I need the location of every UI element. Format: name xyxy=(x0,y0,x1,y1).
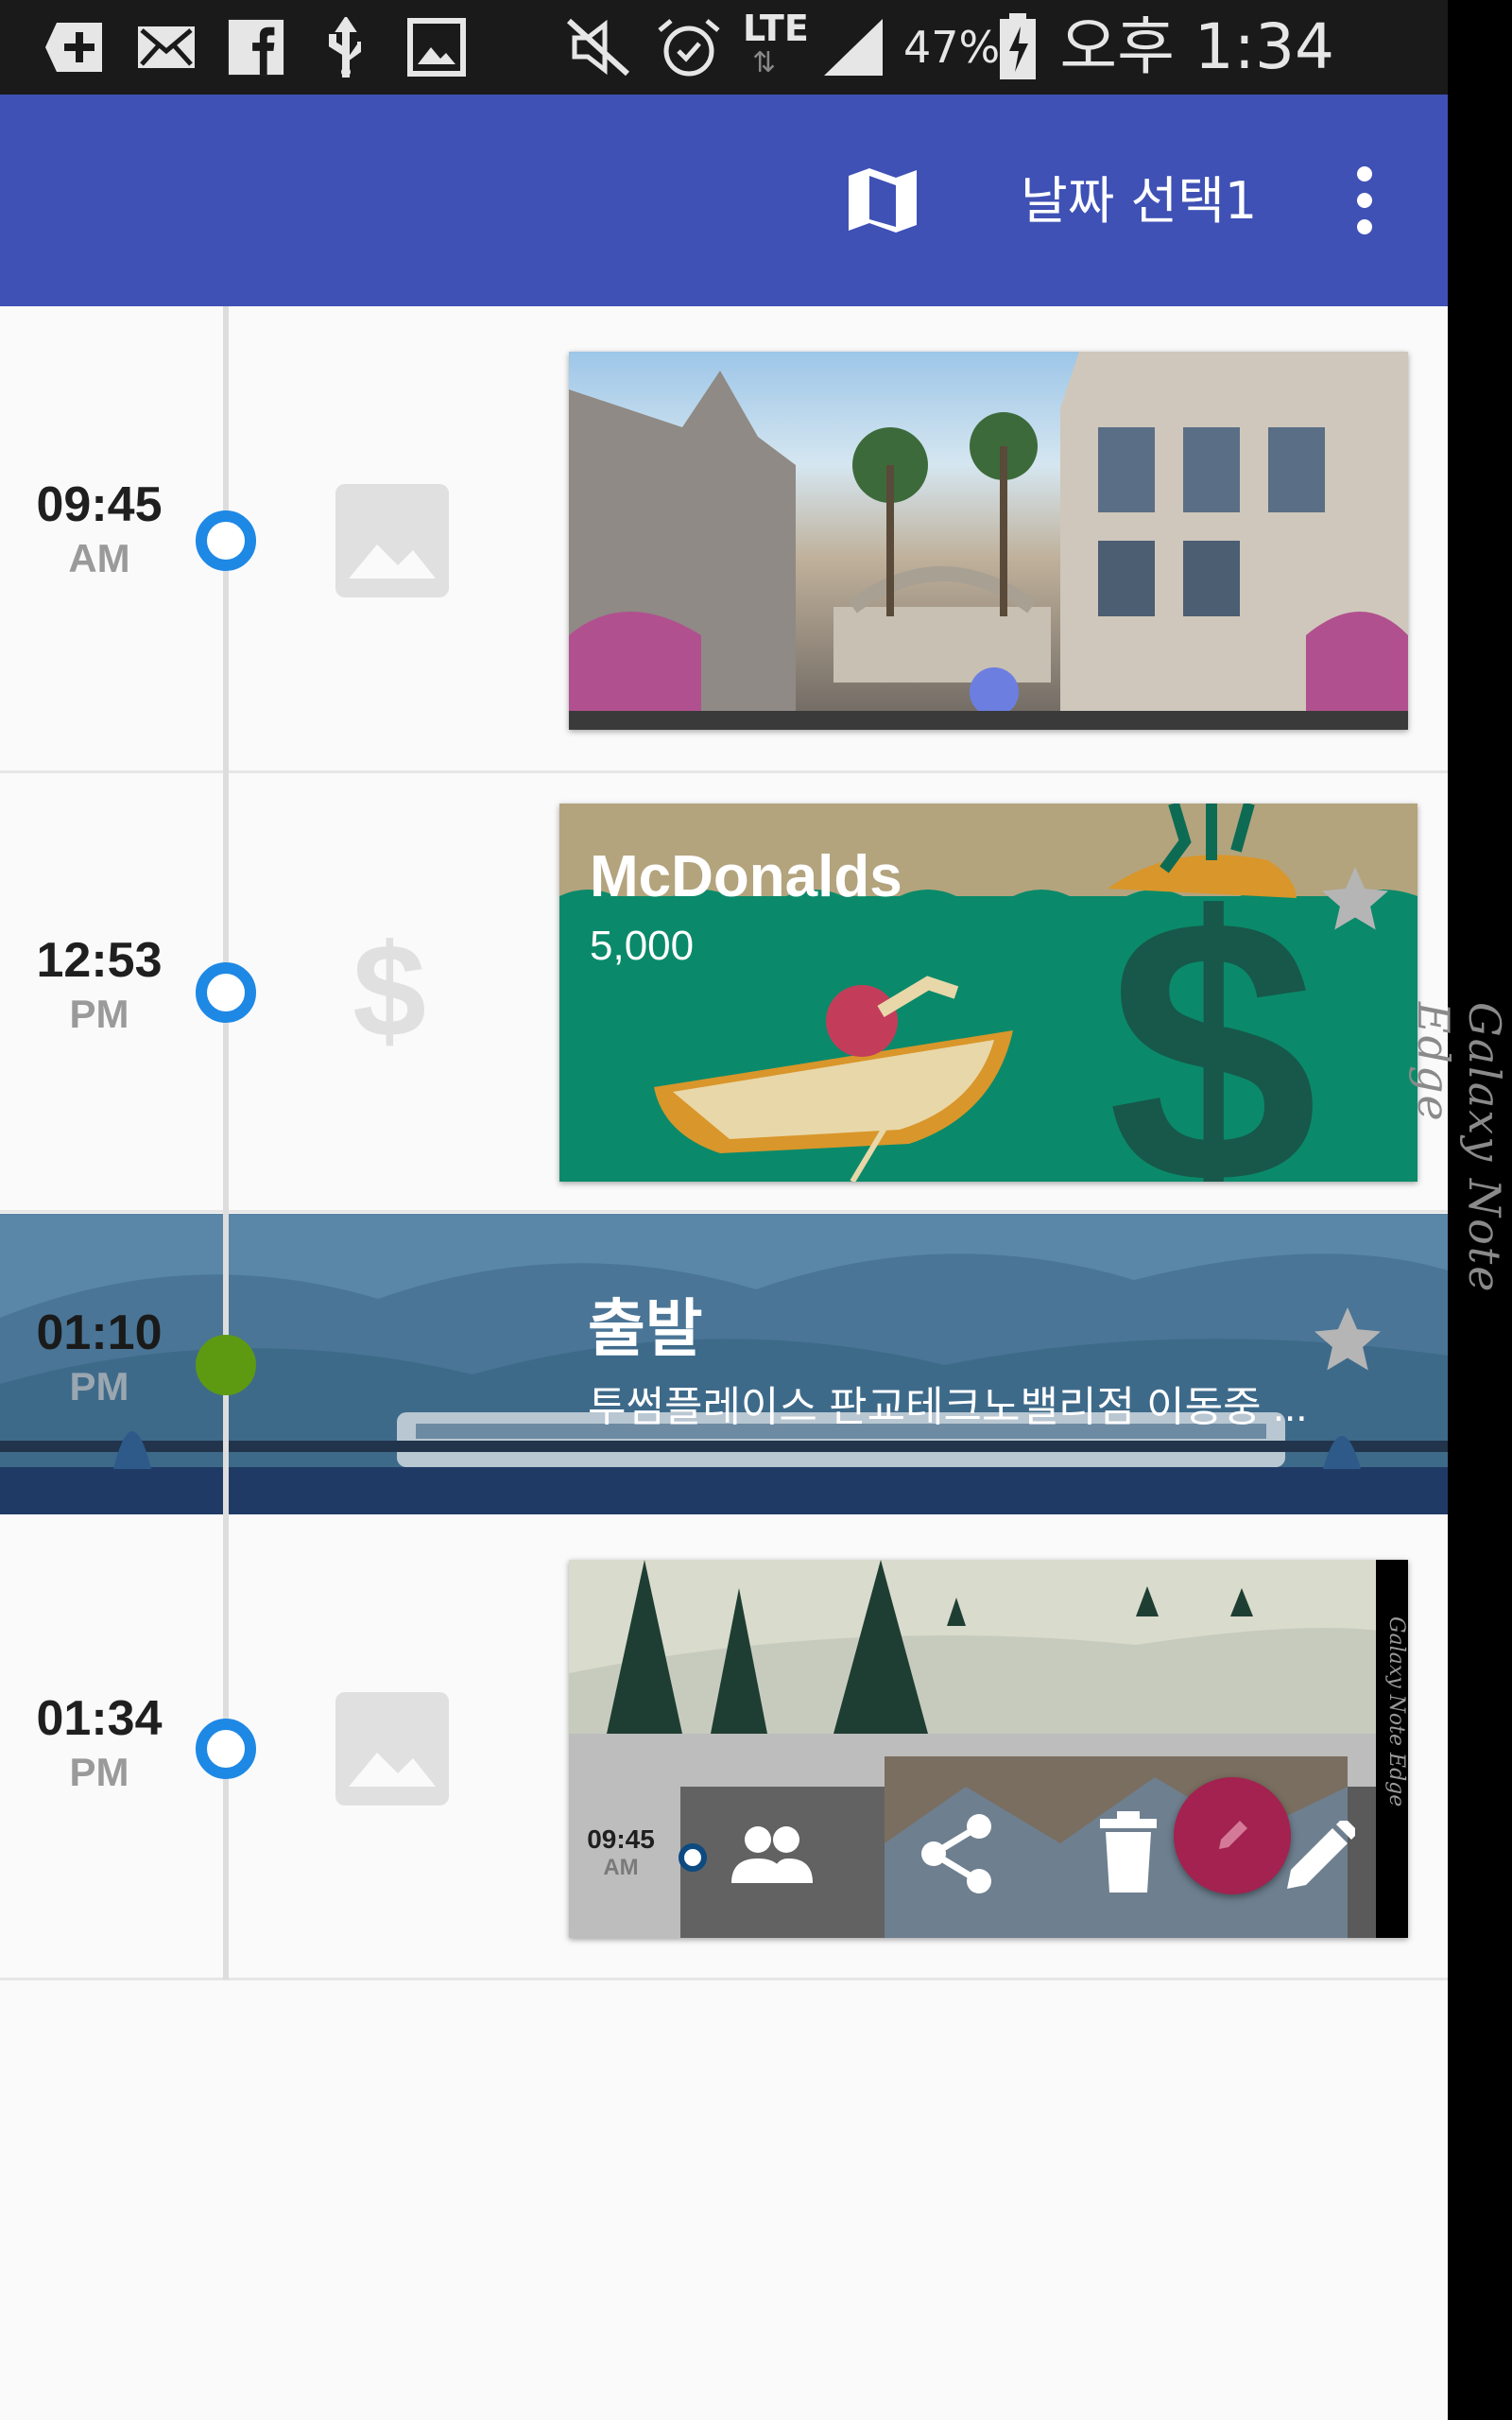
mail-icon xyxy=(138,26,195,68)
star-icon[interactable] xyxy=(1308,1301,1387,1380)
date-select-button[interactable]: 날짜 선택1 xyxy=(1021,168,1257,234)
item-time: 01:10 PM xyxy=(19,1305,180,1412)
nested-time: 09:45 AM xyxy=(578,1824,663,1881)
item-time: 01:34 PM xyxy=(19,1690,180,1798)
image-icon xyxy=(407,18,466,77)
timeline-dot xyxy=(196,1719,256,1779)
edit-icon[interactable] xyxy=(1283,1821,1355,1893)
item-time: 09:45 AM xyxy=(19,476,180,584)
lte-icon: LTE ⇅ xyxy=(743,9,811,85)
row-divider xyxy=(0,1210,1448,1213)
card-title: 출발 xyxy=(588,1293,703,1363)
usb-icon xyxy=(329,17,361,78)
item-time: 12:53 PM xyxy=(19,932,180,1040)
mute-icon xyxy=(566,18,630,77)
share-icon[interactable] xyxy=(919,1813,994,1894)
facebook-icon xyxy=(228,19,284,76)
fab-edit-button[interactable] xyxy=(1174,1777,1291,1894)
timeline-dot xyxy=(196,962,256,1023)
timeline-dot-movement xyxy=(196,1335,256,1395)
battery-charging-icon xyxy=(1000,13,1036,79)
more-vert-icon[interactable] xyxy=(1342,163,1387,238)
time-value: 01:34 xyxy=(36,1691,163,1746)
add-box-icon xyxy=(45,23,102,72)
ampm-label: PM xyxy=(69,1750,129,1794)
battery-percent: 47% xyxy=(903,22,1001,73)
game-scene-image xyxy=(569,352,1408,730)
device-edge-label: Galaxy Note Edge xyxy=(1408,1002,1510,1294)
nested-time-value: 09:45 xyxy=(587,1824,655,1854)
network-type-label: LTE xyxy=(743,8,809,49)
nested-ampm: AM xyxy=(603,1855,639,1880)
signal-icon xyxy=(824,19,883,76)
status-time: 오후 1:34 xyxy=(1059,10,1334,83)
ampm-label: PM xyxy=(69,1364,129,1409)
timeline-dot xyxy=(196,510,256,571)
dollar-icon: $ xyxy=(352,916,426,1064)
ampm-label: AM xyxy=(68,536,130,580)
time-value: 09:45 xyxy=(36,477,163,532)
app-bar: 날짜 선택1 xyxy=(0,95,1448,306)
time-value: 01:10 xyxy=(36,1305,163,1360)
svg-text:$: $ xyxy=(1108,839,1317,1182)
nested-screenshot-thumbnail[interactable]: 09:45 AM Galaxy Note Edge xyxy=(569,1560,1408,1938)
delete-icon[interactable] xyxy=(1098,1811,1159,1893)
card-title: McDonalds xyxy=(590,844,902,909)
photo-thumbnail[interactable] xyxy=(569,352,1408,730)
card-amount: 5,000 xyxy=(590,923,695,969)
image-icon xyxy=(335,484,449,597)
phone-screen: LTE ⇅ 47% 오후 1:34 날짜 선택1 09:45 AM 12:53 … xyxy=(0,0,1448,2420)
image-icon xyxy=(335,1692,449,1806)
row-divider xyxy=(0,1978,1448,1980)
star-icon[interactable] xyxy=(1315,860,1395,940)
expense-card[interactable]: $ McDonalds 5,000 xyxy=(559,804,1418,1182)
people-icon[interactable] xyxy=(730,1821,815,1887)
time-value: 12:53 xyxy=(36,933,163,988)
pencil-icon xyxy=(1219,1821,1247,1849)
alarm-icon xyxy=(658,19,720,77)
card-subtitle: 투썸플레이스 판교테크노밸리점 이동중 ... xyxy=(588,1384,1308,1430)
nested-timeline-dot xyxy=(679,1843,707,1872)
nested-edge-label: Galaxy Note Edge xyxy=(1384,1616,1408,1807)
map-icon[interactable] xyxy=(847,164,919,236)
ampm-label: PM xyxy=(69,992,129,1036)
status-bar: LTE ⇅ 47% 오후 1:34 xyxy=(0,0,1448,95)
